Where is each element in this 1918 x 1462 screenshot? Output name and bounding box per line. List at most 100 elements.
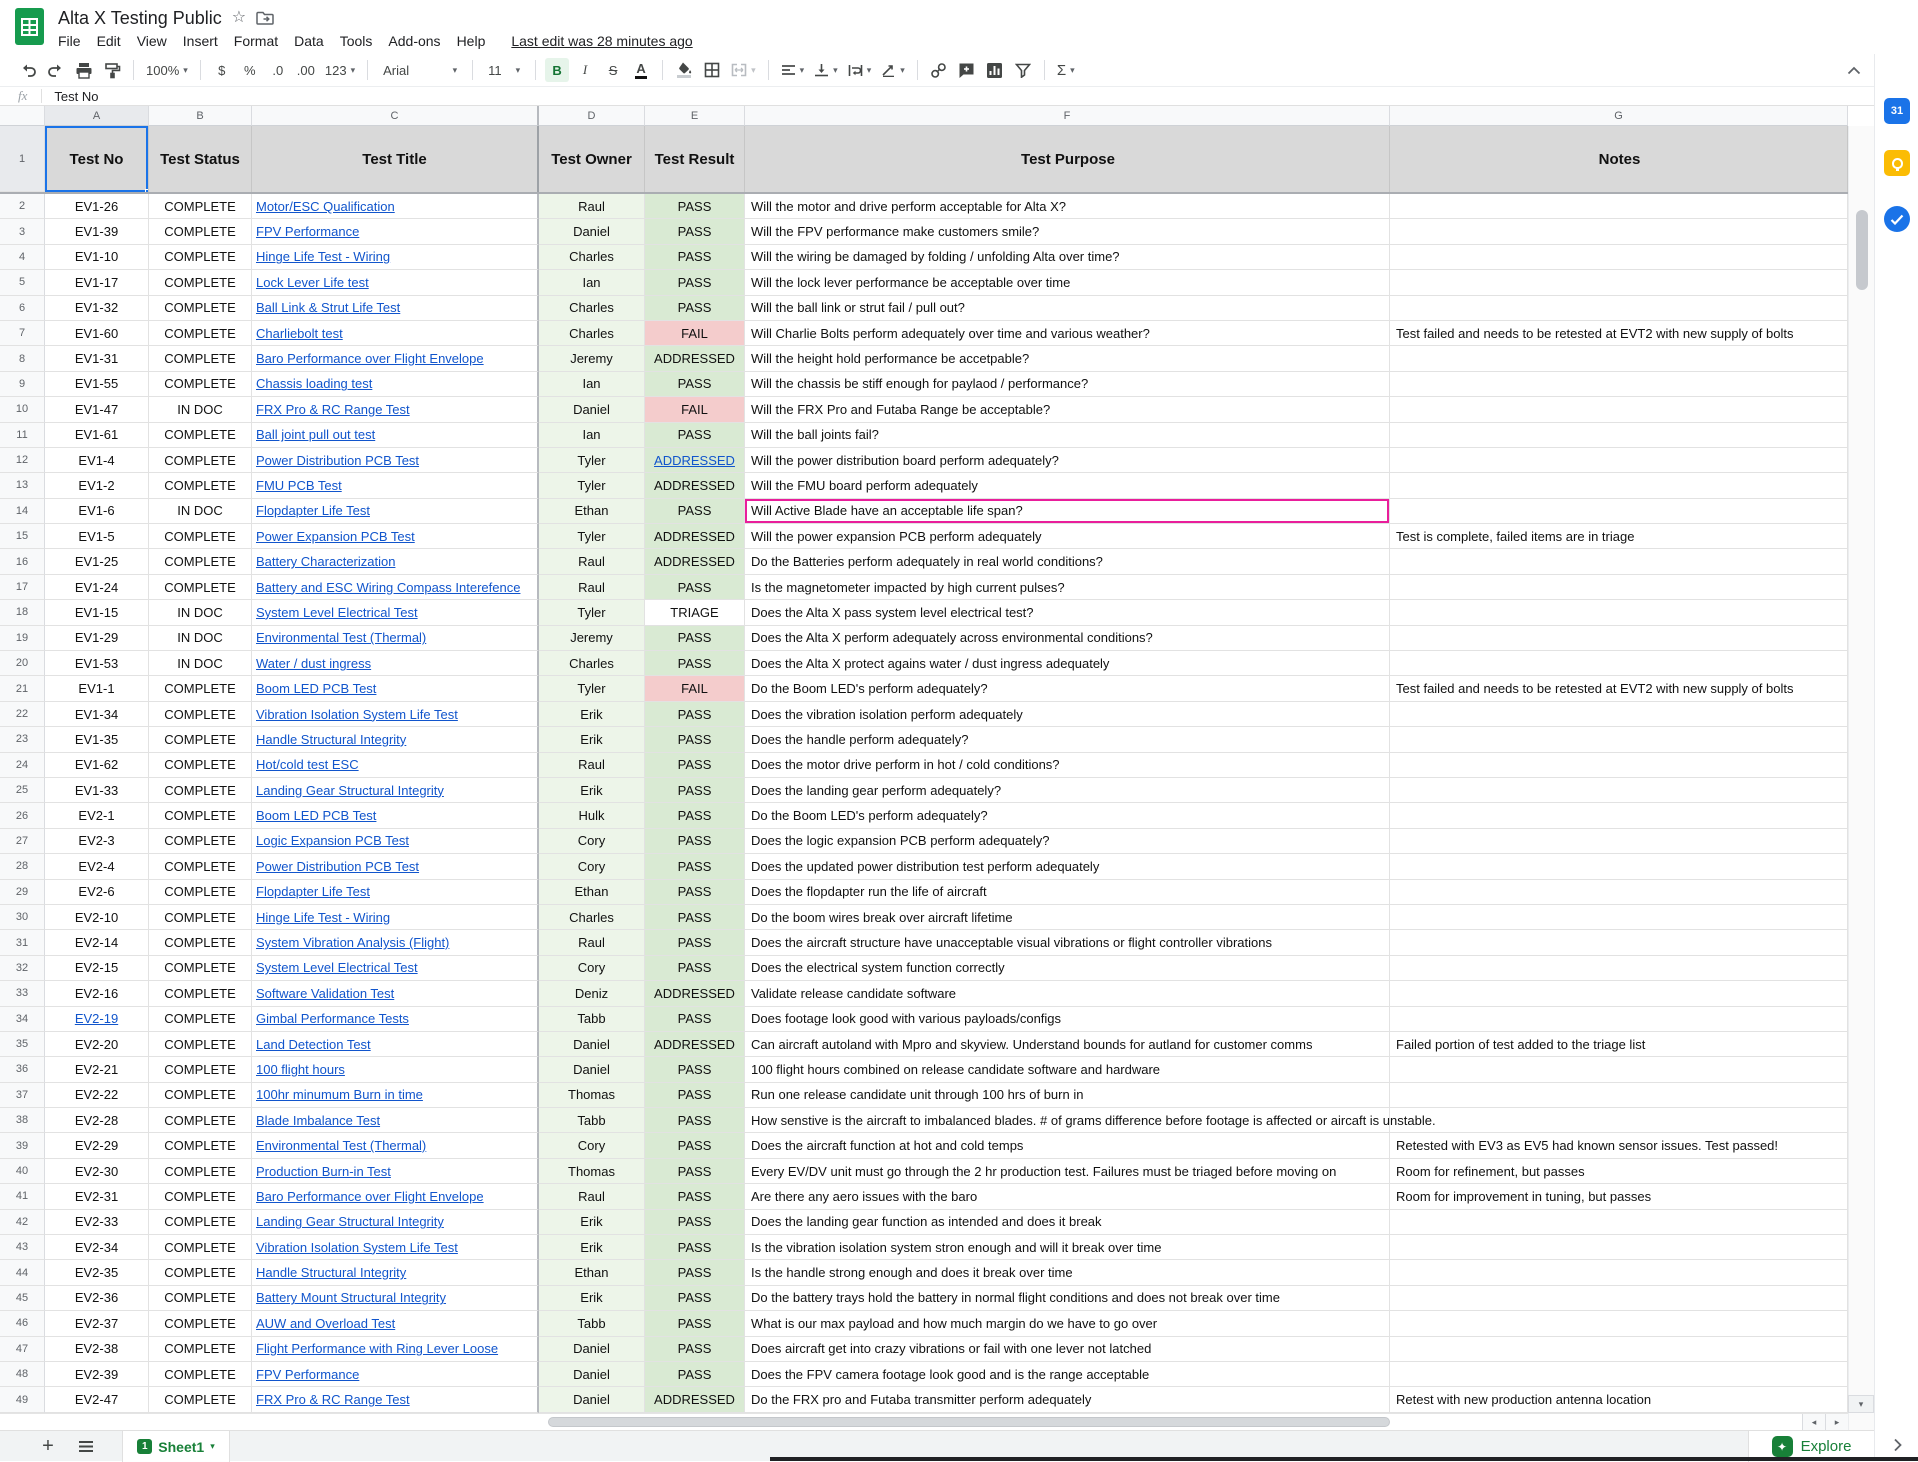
cell-test-owner[interactable]: Tyler [539, 524, 645, 549]
cell-test-purpose[interactable]: Will the power expansion PCB perform ade… [745, 524, 1390, 549]
cell-test-status[interactable]: COMPLETE [149, 219, 252, 244]
cell-test-status[interactable]: COMPLETE [149, 778, 252, 803]
header-cell-test-status[interactable]: Test Status [149, 126, 252, 192]
cell-test-title[interactable]: FRX Pro & RC Range Test [252, 397, 539, 422]
cell-test-status[interactable]: COMPLETE [149, 1184, 252, 1209]
cell-notes[interactable]: Test failed and needs to be retested at … [1390, 321, 1848, 346]
cell-test-owner[interactable]: Daniel [539, 1032, 645, 1057]
cell-test-no[interactable]: EV1-32 [45, 296, 149, 321]
cell-test-title[interactable]: Landing Gear Structural Integrity [252, 1210, 539, 1235]
formula-bar-input[interactable]: Test No [54, 89, 98, 104]
cell-test-no[interactable]: EV2-15 [45, 956, 149, 981]
cell-test-title-link[interactable]: Boom LED PCB Test [256, 808, 376, 823]
cell-test-status[interactable]: COMPLETE [149, 473, 252, 498]
cell-test-owner[interactable]: Tabb [539, 1311, 645, 1336]
cell-test-result[interactable]: PASS [645, 1184, 745, 1209]
column-header-e[interactable]: E [645, 106, 745, 126]
cell-notes[interactable] [1390, 626, 1848, 651]
cell-test-no[interactable]: EV1-62 [45, 753, 149, 778]
cell-test-owner[interactable]: Charles [539, 245, 645, 270]
cell-test-title[interactable]: Blade Imbalance Test [252, 1108, 539, 1133]
row-number[interactable]: 39 [0, 1133, 45, 1158]
cell-notes[interactable] [1390, 1311, 1848, 1336]
cell-test-owner[interactable]: Tabb [539, 1108, 645, 1133]
cell-notes[interactable]: Room for refinement, but passes [1390, 1159, 1848, 1184]
cell-notes[interactable] [1390, 1057, 1848, 1082]
cell-test-title[interactable]: FPV Performance [252, 1362, 539, 1387]
cell-test-owner[interactable]: Hulk [539, 803, 645, 828]
cell-test-no[interactable]: EV1-5 [45, 524, 149, 549]
cell-test-title[interactable]: Environmental Test (Thermal) [252, 626, 539, 651]
row-number[interactable]: 4 [0, 245, 45, 270]
cell-test-status[interactable]: COMPLETE [149, 702, 252, 727]
row-number[interactable]: 3 [0, 219, 45, 244]
cell-test-result[interactable]: PASS [645, 905, 745, 930]
row-number[interactable]: 44 [0, 1260, 45, 1285]
font-select[interactable]: Arial [377, 58, 463, 82]
row-number[interactable]: 31 [0, 930, 45, 955]
cell-test-title-link[interactable]: System Vibration Analysis (Flight) [256, 935, 449, 950]
menu-file[interactable]: File [50, 31, 89, 51]
cell-notes[interactable] [1390, 956, 1848, 981]
document-title[interactable]: Alta X Testing Public [58, 8, 222, 29]
cell-test-title[interactable]: Landing Gear Structural Integrity [252, 778, 539, 803]
cell-test-status[interactable]: COMPLETE [149, 1286, 252, 1311]
cell-test-title-link[interactable]: Charliebolt test [256, 326, 343, 341]
cell-test-no[interactable]: EV1-34 [45, 702, 149, 727]
cell-test-title-link[interactable]: Ball Link & Strut Life Test [256, 300, 400, 315]
cell-test-purpose[interactable]: Does the aircraft function at hot and co… [745, 1133, 1390, 1158]
cell-test-status[interactable]: COMPLETE [149, 372, 252, 397]
cell-test-title-link[interactable]: Lock Lever Life test [256, 275, 369, 290]
cell-test-result[interactable]: PASS [645, 499, 745, 524]
cell-test-no[interactable]: EV1-29 [45, 626, 149, 651]
row-number[interactable]: 13 [0, 473, 45, 498]
cell-test-title-link[interactable]: 100hr minumum Burn in time [256, 1087, 423, 1102]
selection-fill-handle[interactable] [145, 189, 149, 192]
cell-test-purpose[interactable]: Does the aircraft structure have unaccep… [745, 930, 1390, 955]
cell-test-title-link[interactable]: FRX Pro & RC Range Test [256, 402, 410, 417]
cell-test-result[interactable]: PASS [645, 1311, 745, 1336]
cell-test-status[interactable]: COMPLETE [149, 270, 252, 295]
cell-test-status[interactable]: COMPLETE [149, 1057, 252, 1082]
cell-test-status[interactable]: COMPLETE [149, 448, 252, 473]
font-size-select[interactable]: 11 [482, 58, 526, 82]
cell-test-title-link[interactable]: FMU PCB Test [256, 478, 342, 493]
cell-test-status[interactable]: COMPLETE [149, 854, 252, 879]
cell-test-owner[interactable]: Erik [539, 1210, 645, 1235]
row-number[interactable]: 5 [0, 270, 45, 295]
cell-test-purpose[interactable]: Will the lock lever performance be accep… [745, 270, 1390, 295]
cell-notes[interactable] [1390, 702, 1848, 727]
cell-test-owner[interactable]: Erik [539, 727, 645, 752]
cell-test-no[interactable]: EV2-16 [45, 981, 149, 1006]
row-number[interactable]: 22 [0, 702, 45, 727]
cell-test-purpose[interactable]: Will the FRX Pro and Futaba Range be acc… [745, 397, 1390, 422]
borders-button[interactable] [700, 58, 724, 82]
horizontal-scrollbar-thumb[interactable] [548, 1417, 1390, 1427]
cell-notes[interactable] [1390, 803, 1848, 828]
cell-test-status[interactable]: COMPLETE [149, 956, 252, 981]
row-number[interactable]: 32 [0, 956, 45, 981]
cell-test-title[interactable]: Water / dust ingress [252, 651, 539, 676]
cell-test-purpose[interactable]: Does the Alta X pass system level electr… [745, 600, 1390, 625]
cell-test-title-link[interactable]: Software Validation Test [256, 986, 394, 1001]
cell-test-purpose[interactable]: Will the motor and drive perform accepta… [745, 194, 1390, 219]
cell-test-no[interactable]: EV2-37 [45, 1311, 149, 1336]
last-edit-link[interactable]: Last edit was 28 minutes ago [503, 31, 700, 51]
cell-notes[interactable] [1390, 296, 1848, 321]
undo-button[interactable] [16, 58, 40, 82]
cell-test-status[interactable]: COMPLETE [149, 930, 252, 955]
cell-test-no[interactable]: EV1-6 [45, 499, 149, 524]
cell-test-title[interactable]: Ball joint pull out test [252, 423, 539, 448]
cell-test-title-link[interactable]: Battery and ESC Wiring Compass Interefen… [256, 580, 520, 595]
cell-test-no[interactable]: EV1-33 [45, 778, 149, 803]
cell-test-no[interactable]: EV1-47 [45, 397, 149, 422]
cell-test-title[interactable]: Flopdapter Life Test [252, 499, 539, 524]
cell-test-result[interactable]: ADDRESSED [645, 524, 745, 549]
cell-test-title[interactable]: AUW and Overload Test [252, 1311, 539, 1336]
row-number[interactable]: 35 [0, 1032, 45, 1057]
cell-notes[interactable] [1390, 1362, 1848, 1387]
cell-test-status[interactable]: COMPLETE [149, 1108, 252, 1133]
cell-test-owner[interactable]: Daniel [539, 1337, 645, 1362]
cell-test-result[interactable]: ADDRESSED [645, 981, 745, 1006]
cell-test-result[interactable]: PASS [645, 803, 745, 828]
